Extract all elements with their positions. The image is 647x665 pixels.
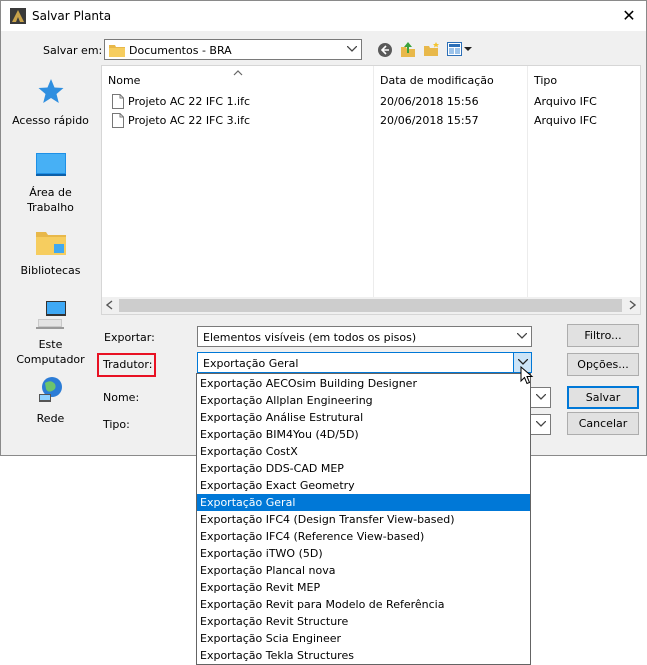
location-value: Documentos - BRA (129, 44, 232, 57)
up-folder-icon[interactable] (400, 41, 416, 61)
cancel-button[interactable]: Cancelar (567, 412, 639, 435)
translator-option[interactable]: Exportação CostX (197, 443, 530, 460)
translator-label: Tradutor: (103, 358, 153, 371)
export-combo[interactable]: Elementos visíveis (em todos os pisos) (197, 326, 532, 347)
translator-option[interactable]: Exportação Scia Engineer (197, 630, 530, 647)
sort-ascending-icon (233, 66, 243, 79)
translator-option[interactable]: Exportação DDS-CAD MEP (197, 460, 530, 477)
view-menu-icon[interactable] (447, 42, 473, 60)
type-label: Tipo: (103, 418, 130, 431)
computer-icon (2, 301, 99, 333)
translator-option[interactable]: Exportação Geral (197, 494, 530, 511)
translator-option[interactable]: Exportação Exact Geometry (197, 477, 530, 494)
window-title: Salvar Planta (32, 9, 112, 23)
title-bar: Salvar Planta ✕ (1, 1, 646, 31)
place-network[interactable]: Rede (2, 375, 99, 426)
mouse-cursor-icon (520, 365, 534, 389)
translator-option[interactable]: Exportação IFC4 (Design Transfer View-ba… (197, 511, 530, 528)
place-label: Este Computador (16, 338, 85, 366)
translator-option[interactable]: Exportação Revit para Modelo de Referênc… (197, 596, 530, 613)
place-libraries[interactable]: Bibliotecas (2, 229, 99, 278)
export-value: Elementos visíveis (em todos os pisos) (203, 331, 417, 344)
translator-option[interactable]: Exportação Análise Estrutural (197, 409, 530, 426)
translator-dropdown-list[interactable]: Exportação AECOsim Building Designer Expo… (196, 373, 531, 665)
network-icon (2, 375, 99, 407)
places-bar: Acesso rápido Área de Trabalho Bibliotec… (2, 65, 99, 425)
filter-button[interactable]: Filtro... (567, 324, 639, 347)
file-icon (112, 113, 124, 131)
file-type: Arquivo IFC (534, 114, 597, 127)
translator-value: Exportação Geral (203, 357, 299, 370)
close-button[interactable]: ✕ (612, 1, 646, 31)
scroll-left-icon[interactable] (105, 300, 113, 313)
new-folder-icon[interactable] (423, 41, 441, 61)
scrollbar-thumb[interactable] (119, 299, 622, 312)
translator-option[interactable]: Exportação Tekla Structures (197, 647, 530, 664)
place-this-computer[interactable]: Este Computador (2, 301, 99, 367)
translator-option[interactable]: Exportação Revit MEP (197, 579, 530, 596)
place-label: Acesso rápido (12, 114, 89, 127)
desktop-icon (2, 153, 99, 181)
place-label: Bibliotecas (20, 264, 81, 277)
name-label: Nome: (103, 391, 140, 404)
chevron-down-icon[interactable] (513, 327, 531, 346)
file-icon (112, 94, 124, 112)
location-combo[interactable]: Documentos - BRA (104, 39, 362, 60)
translator-option[interactable]: Exportação Plancal nova (197, 562, 530, 579)
translator-option[interactable]: Exportação Revit Structure (197, 613, 530, 630)
back-icon[interactable] (377, 42, 393, 61)
location-label: Salvar em: (43, 44, 103, 57)
file-row[interactable]: Projeto AC 22 IFC 1.ifc 20/06/2018 15:56… (110, 93, 630, 111)
star-icon (2, 77, 99, 109)
translator-option[interactable]: Exportação AECOsim Building Designer (197, 375, 530, 392)
file-name: Projeto AC 22 IFC 3.ifc (128, 114, 251, 127)
column-header-type[interactable]: Tipo (534, 74, 557, 87)
place-label: Área de Trabalho (27, 186, 74, 214)
file-name: Projeto AC 22 IFC 1.ifc (128, 95, 251, 108)
archicad-app-icon (10, 8, 26, 24)
column-header-name[interactable]: Nome (108, 74, 140, 87)
file-list[interactable]: Nome Data de modificação Tipo Projeto AC… (101, 65, 641, 315)
export-label: Exportar: (104, 331, 155, 344)
translator-option[interactable]: Exportação Allplan Engineering (197, 392, 530, 409)
chevron-down-icon[interactable] (532, 388, 550, 407)
file-row[interactable]: Projeto AC 22 IFC 3.ifc 20/06/2018 15:57… (110, 112, 630, 130)
place-quick-access[interactable]: Acesso rápido (2, 77, 99, 128)
save-button[interactable]: Salvar (567, 386, 639, 409)
file-type: Arquivo IFC (534, 95, 597, 108)
translator-option[interactable]: Exportação BIM4You (4D/5D) (197, 426, 530, 443)
translator-option[interactable]: Exportação IFC4 (Reference View-based) (197, 528, 530, 545)
place-desktop[interactable]: Área de Trabalho (2, 153, 99, 215)
options-button[interactable]: Opções... (567, 353, 639, 376)
place-label: Rede (36, 412, 65, 425)
folder-icon (109, 43, 125, 60)
libraries-icon (2, 229, 99, 259)
column-header-date[interactable]: Data de modificação (380, 74, 494, 87)
file-date: 20/06/2018 15:57 (380, 114, 479, 127)
chevron-down-icon[interactable] (532, 415, 550, 434)
scroll-right-icon[interactable] (629, 300, 637, 313)
translator-combo[interactable]: Exportação Geral (197, 352, 532, 373)
chevron-down-icon[interactable] (343, 40, 361, 59)
horizontal-scrollbar[interactable] (102, 297, 640, 314)
translator-option[interactable]: Exportação iTWO (5D) (197, 545, 530, 562)
file-date: 20/06/2018 15:56 (380, 95, 479, 108)
